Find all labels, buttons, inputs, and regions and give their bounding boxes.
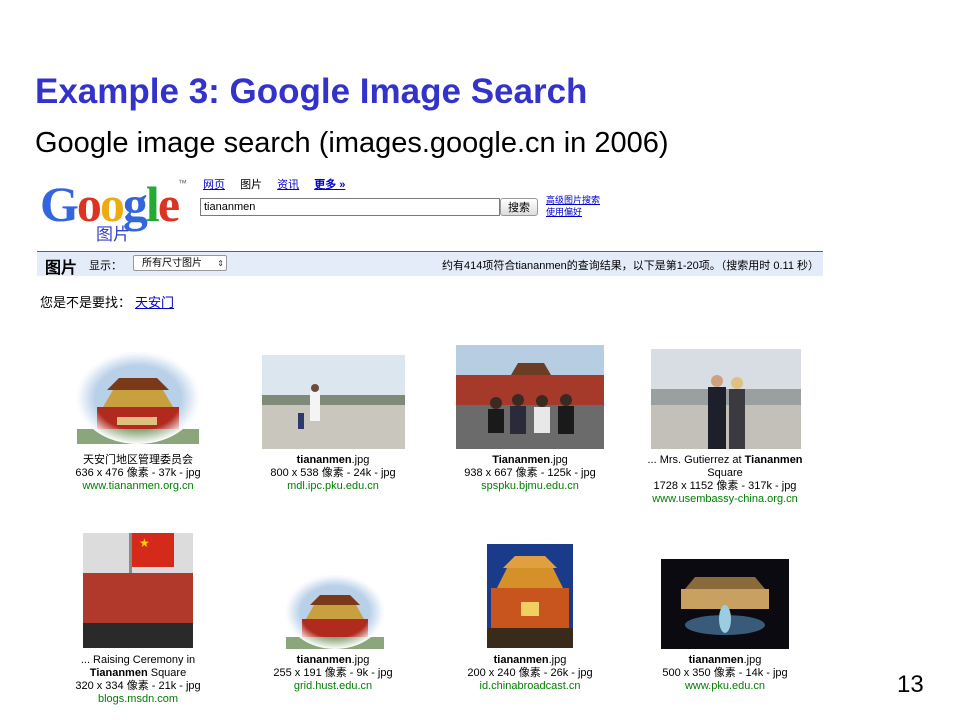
result-caption: ... Raising Ceremony in Tiananmen Square… — [43, 654, 233, 706]
result-url[interactable]: www.pku.edu.cn — [630, 680, 820, 693]
result-meta: 500 x 350 像素 - 14k - jpg — [662, 667, 788, 679]
size-filter-select[interactable]: 所有尺寸图片 ⇕ — [133, 255, 227, 271]
logo-subtitle: 图片 — [96, 225, 130, 244]
result-thumbnail[interactable] — [661, 559, 789, 649]
result-title[interactable]: tiananmen.jpg — [238, 454, 428, 467]
result-url[interactable]: blogs.msdn.com — [43, 693, 233, 706]
slide-subtitle: Google image search (images.google.cn in… — [35, 127, 669, 159]
result-caption: tiananmen.jpg 500 x 350 像素 - 14k - jpg w… — [630, 654, 820, 693]
result-caption: Tiananmen.jpg 938 x 667 像素 - 125k - jpg … — [435, 454, 625, 493]
updown-arrow-icon: ⇕ — [217, 259, 224, 268]
result-url[interactable]: grid.hust.edu.cn — [238, 680, 428, 693]
result-meta: 636 x 476 像素 - 37k - jpg — [75, 467, 201, 479]
search-button[interactable]: 搜索 — [500, 198, 538, 216]
advanced-links: 高级图片搜索 使用偏好 — [546, 194, 600, 218]
search-input[interactable] — [200, 198, 500, 216]
result-stats: 约有414项符合tiananmen的查询结果，以下是第1-20项。（搜索用时 0… — [442, 260, 819, 272]
slide-title: Example 3: Google Image Search — [35, 72, 588, 111]
result-meta: 800 x 538 像素 - 24k - jpg — [270, 467, 396, 479]
search-tabs: 网页 图片 资讯 更多 » — [203, 176, 357, 192]
result-url[interactable]: www.tiananmen.org.cn — [43, 480, 233, 493]
result-caption: ... Mrs. Gutierrez at Tiananmen Square 1… — [630, 454, 820, 506]
result-thumbnail[interactable] — [262, 355, 405, 449]
advanced-image-search-link[interactable]: 高级图片搜索 — [546, 194, 600, 206]
result-thumbnail[interactable] — [77, 352, 199, 444]
did-you-mean: 您是不是要找： 天安门 — [40, 292, 174, 311]
tab-images: 图片 — [240, 179, 263, 191]
preferences-link[interactable]: 使用偏好 — [546, 206, 600, 218]
result-title[interactable]: ... Mrs. Gutierrez at Tiananmen — [630, 454, 820, 467]
result-title[interactable]: Tiananmen.jpg — [435, 454, 625, 467]
result-caption: tiananmen.jpg 255 x 191 像素 - 9k - jpg gr… — [238, 654, 428, 693]
tab-web[interactable]: 网页 — [203, 179, 225, 191]
result-meta: Square — [707, 467, 743, 479]
result-title[interactable]: tiananmen.jpg — [238, 654, 428, 667]
suggestion-link[interactable]: 天安门 — [135, 295, 174, 310]
result-caption: tiananmen.jpg 200 x 240 像素 - 26k - jpg i… — [435, 654, 625, 693]
result-meta: 1728 x 1152 像素 - 317k - jpg — [653, 480, 797, 492]
result-meta: 320 x 334 像素 - 21k - jpg — [75, 680, 201, 692]
suggestion-prompt: 您是不是要找： — [40, 295, 132, 310]
result-thumbnail[interactable] — [286, 575, 384, 649]
results-bar: 图片 显示： 所有尺寸图片 ⇕ 约有414项符合tiananmen的查询结果，以… — [37, 251, 823, 277]
result-thumbnail[interactable]: ★ — [83, 533, 193, 648]
result-title-2[interactable]: Tiananmen Square — [43, 667, 233, 680]
result-thumbnail[interactable] — [487, 544, 573, 648]
result-title[interactable]: tiananmen.jpg — [630, 654, 820, 667]
result-title[interactable]: tiananmen.jpg — [435, 654, 625, 667]
result-meta: 938 x 667 像素 - 125k - jpg — [464, 467, 596, 479]
trademark-mark: ™ — [178, 178, 188, 188]
slide-page-number: 13 — [897, 671, 924, 698]
result-thumbnail[interactable] — [651, 349, 801, 449]
result-title[interactable]: ... Raising Ceremony in — [43, 654, 233, 667]
tab-more[interactable]: 更多 » — [314, 179, 345, 191]
result-meta: 255 x 191 像素 - 9k - jpg — [273, 667, 393, 679]
result-url[interactable]: spspku.bjmu.edu.cn — [435, 480, 625, 493]
result-url[interactable]: www.usembassy-china.org.cn — [630, 493, 820, 506]
result-meta: 200 x 240 像素 - 26k - jpg — [467, 667, 593, 679]
tab-news[interactable]: 资讯 — [277, 179, 299, 191]
size-filter-value: 所有尺寸图片 — [142, 258, 202, 269]
result-thumbnail[interactable] — [456, 345, 604, 449]
result-caption: 天安门地区管理委员会 636 x 476 像素 - 37k - jpg www.… — [43, 454, 233, 493]
google-logo[interactable]: Google™ 图片 — [40, 178, 190, 244]
results-bar-label: 图片 — [45, 260, 78, 277]
result-url[interactable]: mdl.ipc.pku.edu.cn — [238, 480, 428, 493]
result-title[interactable]: 天安门地区管理委员会 — [43, 454, 233, 467]
svg-text:★: ★ — [139, 536, 150, 550]
result-caption: tiananmen.jpg 800 x 538 像素 - 24k - jpg m… — [238, 454, 428, 493]
result-url[interactable]: id.chinabroadcast.cn — [435, 680, 625, 693]
show-label: 显示： — [89, 260, 122, 272]
